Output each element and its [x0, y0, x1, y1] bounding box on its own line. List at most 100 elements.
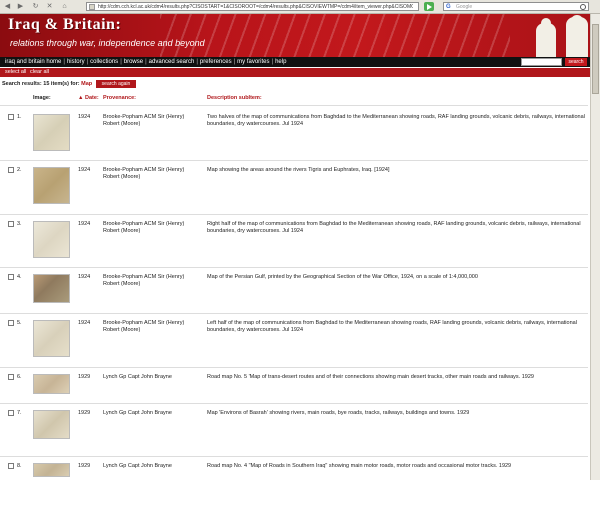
url-text: http://cdm.cch.kcl.ac.uk/cdm4/results.ph… [98, 4, 413, 10]
browser-toolbar: ◀ ▶ ↻ ✕ ⌂ http://cdm.cch.kcl.ac.uk/cdm4/… [0, 0, 600, 14]
nav-preferences[interactable]: preferences [200, 59, 232, 65]
select-all-link[interactable]: select all [5, 68, 26, 77]
row-checkbox[interactable] [8, 114, 14, 120]
result-row: 4. 1924 Brooke-Popham ACM Sir (Henry) Robe… [0, 270, 588, 318]
nav-browse[interactable]: browse [124, 59, 143, 65]
column-date[interactable]: ▲ Date: [78, 95, 99, 101]
row-date: 1929 [78, 410, 91, 416]
clear-all-link[interactable]: clear all [30, 68, 49, 77]
map-thumbnail-image[interactable] [33, 114, 70, 151]
nav-my-favorites[interactable]: my favorites [237, 59, 269, 65]
go-button[interactable] [424, 2, 434, 11]
nav-help[interactable]: help [275, 59, 286, 65]
row-checkbox[interactable] [8, 221, 14, 227]
row-divider [0, 214, 588, 215]
result-row: 3. 1924 Brooke-Popham ACM Sir (Henry) Robe… [0, 217, 588, 265]
browser-search-input[interactable]: G Google [443, 2, 589, 11]
row-provenance: Brooke-Popham ACM Sir (Henry) Robert (Mo… [103, 320, 185, 333]
column-description[interactable]: Description subItem: [207, 95, 262, 101]
nav-history[interactable]: history [67, 59, 85, 65]
back-icon[interactable]: ◀ [3, 2, 12, 11]
scrollbar-thumb[interactable] [592, 24, 599, 94]
search-icon[interactable] [580, 4, 586, 10]
result-row: 8. 1929 Lynch Gp Capt John Brayne Road map … [0, 459, 588, 507]
row-divider [0, 313, 588, 314]
row-description-link[interactable]: Road map No. 4 "Map of Roads in Southern… [207, 463, 585, 470]
map-thumbnail-image[interactable] [33, 374, 70, 394]
row-provenance: Brooke-Popham ACM Sir (Henry) Robert (Mo… [103, 221, 185, 234]
row-divider [0, 403, 588, 404]
browser-search-placeholder: Google [456, 4, 473, 10]
row-divider [0, 367, 588, 368]
row-description-link[interactable]: Right half of the map of communications … [207, 221, 585, 235]
site-subtitle: relations through war, independence and … [10, 38, 205, 48]
home-icon[interactable]: ⌂ [60, 2, 69, 11]
row-description-link[interactable]: Map showing the areas around the rivers … [207, 167, 585, 174]
column-provenance[interactable]: Provenance: [103, 95, 136, 101]
google-icon: G [446, 4, 451, 10]
row-provenance: Lynch Gp Capt John Brayne [103, 374, 172, 380]
row-description-link[interactable]: Map of the Persian Gulf, printed by the … [207, 274, 585, 281]
row-number: 5. [17, 320, 22, 326]
row-checkbox[interactable] [8, 463, 14, 469]
row-description-link[interactable]: Road map No. 5 'Map of trans-desert rout… [207, 374, 585, 381]
row-date: 1929 [78, 374, 91, 380]
row-number: 8. [17, 463, 22, 469]
row-description-link[interactable]: Left half of the map of communications f… [207, 320, 585, 334]
site-search-button[interactable]: search [565, 58, 587, 66]
row-checkbox[interactable] [8, 320, 14, 326]
stop-icon[interactable]: ✕ [45, 2, 54, 11]
nav-home[interactable]: iraq and britain home [5, 59, 61, 65]
results-term: Map [81, 81, 93, 87]
page-scrollbar[interactable] [590, 14, 600, 480]
url-bar[interactable]: http://cdm.cch.kcl.ac.uk/cdm4/results.ph… [86, 2, 419, 11]
row-date: 1924 [78, 320, 91, 326]
result-row: 2. 1924 Brooke-Popham ACM Sir (Henry) Robe… [0, 163, 588, 211]
row-provenance: Brooke-Popham ACM Sir (Henry) Robert (Mo… [103, 167, 185, 180]
row-divider [0, 160, 588, 161]
row-checkbox[interactable] [8, 374, 14, 380]
row-provenance: Brooke-Popham ACM Sir (Henry) Robert (Mo… [103, 114, 185, 127]
row-date: 1924 [78, 221, 91, 227]
site-banner: Iraq & Britain: relations through war, i… [0, 14, 600, 57]
nav-advanced-search[interactable]: advanced search [149, 59, 195, 65]
main-nav: iraq and britain home | history | collection… [0, 57, 600, 67]
row-date: 1929 [78, 463, 91, 469]
row-number: 7. [17, 410, 22, 416]
statue-figures-image [528, 14, 594, 57]
nav-collections[interactable]: collections [90, 59, 118, 65]
site-title: Iraq & Britain: [8, 16, 122, 33]
row-description-link[interactable]: Map 'Environs of Basrah' showing rivers,… [207, 410, 585, 417]
row-checkbox[interactable] [8, 167, 14, 173]
site-search-input[interactable] [521, 58, 562, 66]
forward-icon[interactable]: ▶ [16, 2, 25, 11]
results-count: Search results: 15 item(s) for: [2, 81, 80, 87]
page-icon [89, 4, 95, 10]
row-divider [0, 267, 588, 268]
row-provenance: Lynch Gp Capt John Brayne [103, 463, 172, 469]
map-thumbnail-image[interactable] [33, 320, 70, 357]
row-number: 2. [17, 167, 22, 173]
map-thumbnail-image[interactable] [33, 167, 70, 204]
result-row: 5. 1924 Brooke-Popham ACM Sir (Henry) Robe… [0, 316, 588, 364]
results-summary: Search results: 15 item(s) for: Map [2, 80, 92, 88]
reload-icon[interactable]: ↻ [31, 2, 40, 11]
map-thumbnail-image[interactable] [33, 274, 70, 303]
map-thumbnail-image[interactable] [33, 221, 70, 258]
row-description-link[interactable]: Two halves of the map of communications … [207, 114, 585, 128]
row-checkbox[interactable] [8, 410, 14, 416]
row-provenance: Lynch Gp Capt John Brayne [103, 410, 172, 416]
row-date: 1924 [78, 114, 91, 120]
search-again-button[interactable]: search again [96, 80, 136, 88]
map-thumbnail-image[interactable] [33, 410, 70, 439]
row-number: 3. [17, 221, 22, 227]
row-checkbox[interactable] [8, 274, 14, 280]
banner-pattern [160, 14, 510, 57]
nav-links: iraq and britain home | history | collection… [5, 59, 287, 65]
row-number: 6. [17, 374, 22, 380]
result-row: 1. 1924 Brooke-Popham ACM Sir (Henry) Robe… [0, 110, 588, 158]
map-thumbnail-image[interactable] [33, 463, 70, 477]
result-row: 7. 1929 Lynch Gp Capt John Brayne Map 'Envi… [0, 406, 588, 454]
row-date: 1924 [78, 167, 91, 173]
row-divider [0, 456, 588, 457]
